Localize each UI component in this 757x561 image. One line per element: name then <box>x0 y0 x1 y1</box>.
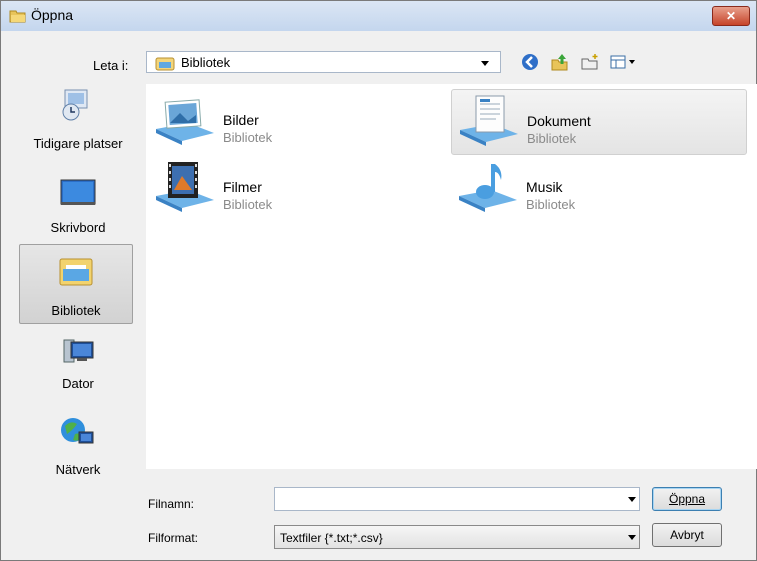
item-name: Dokument <box>527 113 591 129</box>
place-libraries[interactable]: Bibliotek <box>19 244 133 324</box>
filetype-label: Filformat: <box>148 531 199 545</box>
desktop-icon <box>60 178 96 211</box>
recent-places-icon <box>59 86 95 125</box>
libraries-icon <box>58 255 94 292</box>
back-arrow-icon <box>522 54 538 70</box>
open-button-label: Öppna <box>668 492 706 506</box>
place-recent[interactable]: Tidigare platser <box>19 84 137 166</box>
chevron-down-icon[interactable] <box>628 535 636 540</box>
look-in-combobox[interactable]: Bibliotek <box>146 51 501 73</box>
place-computer[interactable]: Dator <box>19 328 137 400</box>
list-item-filmer[interactable]: Filmer Bibliotek <box>148 156 444 222</box>
place-label-computer: Dator <box>62 376 94 391</box>
toolbar <box>519 51 639 73</box>
folder-icon <box>9 8 26 23</box>
filetype-value: Textfiler {*.txt;*.csv} <box>280 531 383 545</box>
place-desktop[interactable]: Skrivbord <box>19 168 137 240</box>
back-button[interactable] <box>519 51 541 73</box>
network-icon <box>59 414 95 453</box>
item-name: Filmer <box>223 179 262 195</box>
views-menu-button[interactable] <box>609 51 639 73</box>
computer-icon <box>61 336 95 371</box>
place-network[interactable]: Nätverk <box>19 406 137 482</box>
cancel-button-label: Avbryt <box>670 528 704 542</box>
item-name: Musik <box>526 179 563 195</box>
filename-combobox[interactable] <box>274 487 640 511</box>
views-icon <box>610 55 635 69</box>
item-type: Bibliotek <box>223 130 273 145</box>
list-item-musik[interactable]: Musik Bibliotek <box>451 156 747 222</box>
look-in-label: Leta i: <box>93 58 129 73</box>
place-label-libraries: Bibliotek <box>51 303 101 318</box>
music-library-icon <box>455 160 521 219</box>
title-bar[interactable]: Öppna ✕ <box>1 1 756 31</box>
item-type: Bibliotek <box>223 197 273 212</box>
filename-label: Filnamn: <box>148 497 195 511</box>
list-item-dokument[interactable]: Dokument Bibliotek <box>451 89 747 155</box>
chevron-down-icon[interactable] <box>481 61 489 66</box>
item-type: Bibliotek <box>526 197 576 212</box>
videos-library-icon <box>152 160 218 219</box>
place-label-desktop: Skrivbord <box>50 220 106 235</box>
item-name: Bilder <box>223 112 259 128</box>
up-folder-icon <box>551 54 568 71</box>
open-dialog: Öppna ✕ Leta i: Bibliotek Tidigare plats… <box>0 0 757 561</box>
list-item-bilder[interactable]: Bilder Bibliotek <box>148 89 444 155</box>
window-title: Öppna <box>31 7 74 23</box>
filetype-select[interactable]: Textfiler {*.txt;*.csv} <box>274 525 640 549</box>
open-button[interactable]: Öppna <box>652 487 722 511</box>
filename-input[interactable] <box>275 489 613 509</box>
documents-library-icon <box>456 94 522 153</box>
place-label-recent: Tidigare platser <box>33 136 123 151</box>
look-in-value: Bibliotek <box>181 55 231 70</box>
new-folder-icon <box>581 54 598 70</box>
place-label-network: Nätverk <box>55 462 101 477</box>
places-bar: Tidigare platser Skrivbord Bibliotek Dat… <box>11 84 135 496</box>
new-folder-button[interactable] <box>579 51 601 73</box>
item-type: Bibliotek <box>527 131 577 146</box>
close-icon: ✕ <box>725 9 737 23</box>
cancel-button[interactable]: Avbryt <box>652 523 722 547</box>
file-list[interactable]: Bilder Bibliotek Dokument Bibliotek Film… <box>146 84 757 469</box>
pictures-library-icon <box>152 93 218 152</box>
close-button[interactable]: ✕ <box>712 6 750 26</box>
up-folder-button[interactable] <box>549 51 571 73</box>
chevron-down-icon[interactable] <box>628 497 636 502</box>
library-icon <box>155 55 175 74</box>
